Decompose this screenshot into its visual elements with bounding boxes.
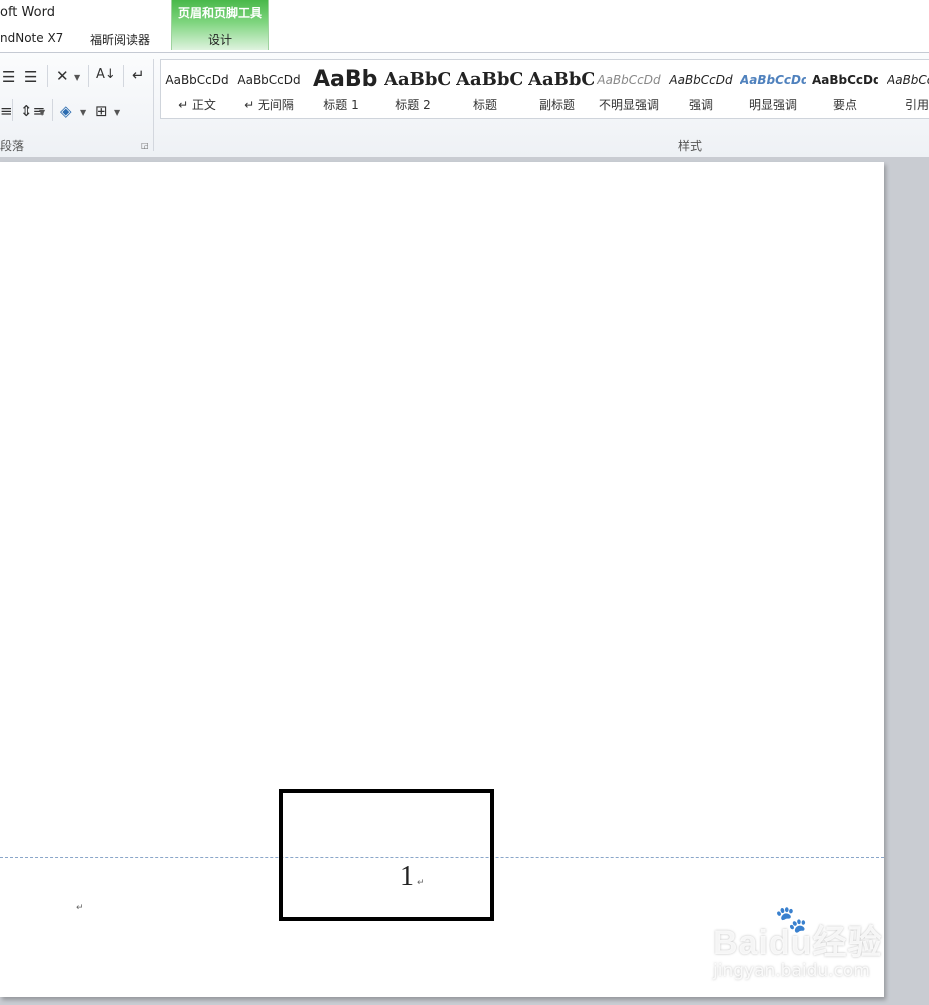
paragraph-mark: ↵: [417, 878, 425, 888]
chinese-layout-icon[interactable]: ✕: [56, 68, 69, 84]
style-title[interactable]: AaBbC 标题: [449, 60, 522, 118]
chevron-down-icon[interactable]: ▼: [74, 73, 80, 82]
style-name: 标题 2: [395, 98, 431, 112]
style-name: 副标题: [538, 98, 575, 112]
sort-icon[interactable]: A↓: [96, 67, 116, 83]
borders-icon[interactable]: ⊞: [95, 103, 108, 119]
footer-paragraph-mark: ↵: [76, 903, 84, 913]
style-sample: AaBbC: [384, 69, 450, 90]
document-page[interactable]: 1 ↵ ↵: [0, 162, 884, 997]
style-heading-1[interactable]: AaBb 标题 1: [305, 60, 377, 118]
style-quote[interactable]: AaBbCc 引用: [881, 60, 929, 118]
show-marks-icon[interactable]: ↵: [132, 67, 145, 83]
watermark-logo: Baidu经验: [713, 924, 883, 962]
document-workspace: 1 ↵ ↵: [0, 157, 929, 1005]
decrease-indent-icon[interactable]: ☰: [2, 69, 15, 85]
increase-indent-icon[interactable]: ☰: [24, 69, 37, 85]
tab-design[interactable]: 设计: [172, 31, 268, 48]
style-sample: AaBbCcDd: [597, 73, 661, 87]
style-name: 要点: [832, 98, 857, 112]
chevron-down-icon[interactable]: ▼: [80, 108, 86, 117]
style-sample: AaBbCcDd: [165, 73, 229, 87]
tab-endnote[interactable]: ndNote X7: [0, 31, 63, 45]
title-strip: oft Word ndNote X7 福昕阅读器 页眉和页脚工具 设计: [0, 0, 929, 52]
style-sample: AaBb: [313, 68, 378, 92]
dialog-launcher-icon[interactable]: ◲: [141, 141, 149, 150]
style-sample: AaBbCcDd: [237, 73, 301, 87]
style-sample: AaBbCcDd: [812, 73, 878, 87]
align-icon[interactable]: ≡: [0, 103, 13, 119]
style-intense-emphasis[interactable]: AaBbCcDd 明显强调: [737, 60, 809, 118]
page-number-textbox[interactable]: 1 ↵: [279, 789, 494, 921]
style-name: 不明显强调: [598, 98, 659, 112]
style-strong[interactable]: AaBbCcDd 要点: [809, 60, 881, 118]
style-name: ↵ 无间隔: [244, 98, 294, 112]
style-sample: AaBbCcDd: [740, 73, 806, 87]
ribbon: ☰ ☰ ✕ ▼ A↓ ↵ ≡ ⇕≡ ▼ ◈ ▼ ⊞ ▼ 段落 ◲ AaBbCcD…: [0, 52, 929, 158]
style-no-spacing[interactable]: AaBbCcDd ↵ 无间隔: [233, 60, 305, 118]
style-normal[interactable]: AaBbCcDd ↵ 正文: [161, 60, 233, 118]
page-number: 1: [400, 861, 414, 892]
style-sample: AaBbCc: [887, 73, 929, 87]
style-sample: AaBbCcDd: [669, 73, 733, 87]
style-subtitle[interactable]: AaBbC 副标题: [521, 60, 594, 118]
app-title: oft Word: [0, 5, 55, 20]
style-sample: AaBbC: [528, 69, 594, 90]
style-name: 明显强调: [748, 98, 797, 112]
chevron-down-icon[interactable]: ▼: [114, 108, 120, 117]
tab-foxit-reader[interactable]: 福昕阅读器: [90, 31, 150, 48]
styles-group-label: 样式: [678, 139, 703, 153]
style-name: 标题: [472, 98, 497, 112]
style-subtle-emphasis[interactable]: AaBbCcDd 不明显强调: [593, 60, 665, 118]
style-name: ↵ 正文: [178, 98, 216, 112]
header-footer-tools-label: 页眉和页脚工具: [177, 6, 262, 20]
style-name: 标题 1: [323, 98, 359, 112]
style-heading-2[interactable]: AaBbC 标题 2: [377, 60, 450, 118]
header-footer-tools-tab[interactable]: 页眉和页脚工具 设计: [171, 0, 269, 50]
paragraph-group-label: 段落: [0, 139, 25, 153]
style-name: 引用: [904, 98, 929, 112]
watermark-url: jingyan.baidu.com: [713, 961, 870, 981]
styles-gallery: AaBbCcDd ↵ 正文 AaBbCcDd ↵ 无间隔 AaBb 标题 1 A…: [160, 59, 929, 119]
chevron-down-icon[interactable]: ▼: [39, 108, 45, 117]
style-emphasis[interactable]: AaBbCcDd 强调: [665, 60, 737, 118]
shading-icon[interactable]: ◈: [60, 103, 72, 119]
baidu-watermark: 🐾 Baidu经验 jingyan.baidu.com: [705, 905, 895, 995]
style-sample: AaBbC: [456, 69, 522, 90]
style-name: 强调: [688, 98, 713, 112]
